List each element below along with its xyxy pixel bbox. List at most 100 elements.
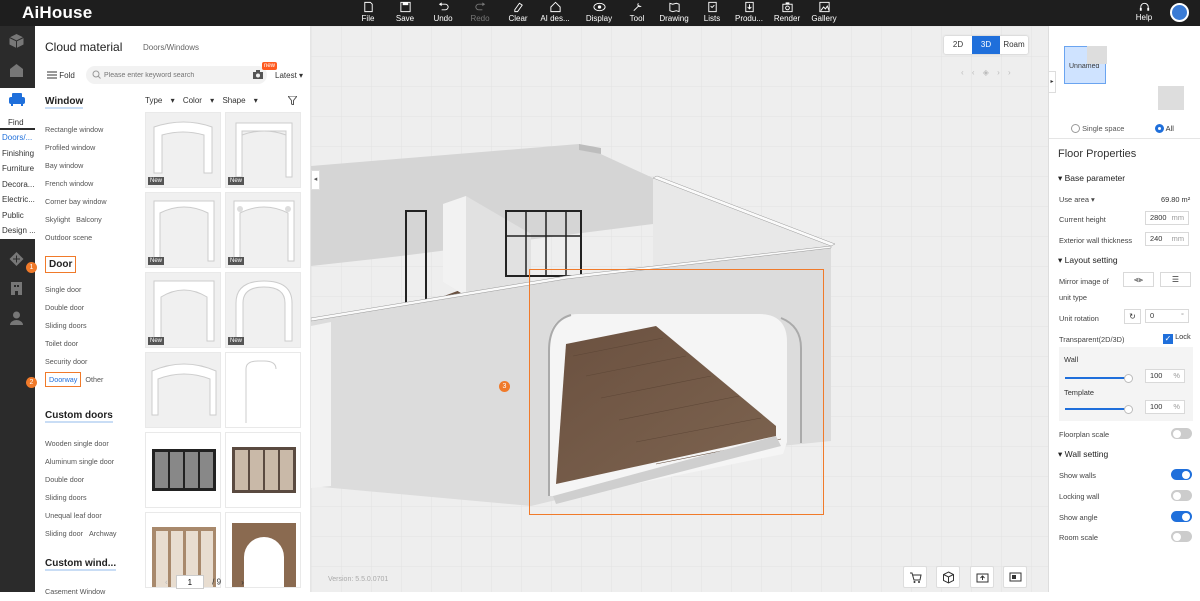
list-item[interactable]: Double door [45, 471, 117, 489]
house-icon[interactable] [8, 62, 25, 78]
user-icon[interactable] [8, 310, 25, 326]
3d-viewport[interactable]: 3 2D 3D Roam ‹ ‹ ◈ › › Version: 5.5.0.07… [311, 26, 1048, 592]
hard-decoration-icon[interactable] [8, 251, 25, 267]
show-walls-toggle[interactable] [1171, 469, 1192, 480]
product-card[interactable]: New [225, 112, 301, 188]
product-card[interactable]: New [145, 272, 221, 348]
prev-page-button[interactable]: ‹ [165, 578, 168, 587]
minimap-expand-button[interactable]: ▸ [1048, 71, 1056, 93]
user-avatar[interactable] [1170, 3, 1189, 22]
help-button[interactable]: Help [1131, 0, 1157, 26]
nav-public[interactable]: Public [0, 207, 35, 223]
presentation-button[interactable] [1003, 566, 1027, 588]
tool-button[interactable]: Tool [620, 0, 654, 26]
nav-finishing[interactable]: Finishing [0, 145, 35, 161]
model-button[interactable] [936, 566, 960, 588]
lists-button[interactable]: Lists [695, 0, 729, 26]
nav-furniture[interactable]: Furniture [0, 161, 35, 177]
next-page-button[interactable]: › [241, 578, 244, 587]
filter-shape[interactable]: Shape ▾ [222, 96, 257, 105]
fold-button[interactable]: Fold [47, 71, 75, 80]
list-item-doorway[interactable]: Doorway [45, 372, 82, 387]
cube-icon[interactable] [8, 33, 25, 49]
wall-opacity-input[interactable]: 100% [1145, 369, 1185, 383]
cart-button[interactable] [903, 566, 927, 588]
lock-checkbox[interactable]: ✓ Lock [1163, 332, 1191, 344]
list-item[interactable]: Sliding door [45, 529, 83, 538]
list-item[interactable]: Toilet door [45, 335, 103, 353]
render-button[interactable]: Render [770, 0, 804, 26]
rotate-button[interactable]: ↻ [1124, 309, 1141, 324]
unit-rotation-input[interactable]: 0 ° [1145, 309, 1189, 323]
wall-setting-section[interactable]: ▾ Wall setting [1058, 449, 1108, 460]
list-item[interactable]: Profiled window [45, 139, 107, 157]
filter-color[interactable]: Color ▾ [183, 96, 214, 105]
use-area-dropdown[interactable]: Use area ▾ [1059, 195, 1095, 204]
mirror-vertical-button[interactable]: ☰ [1160, 272, 1191, 287]
file-button[interactable]: File [351, 0, 385, 26]
tab-2d[interactable]: 2D [944, 36, 972, 54]
drawing-button[interactable]: Drawing [657, 0, 691, 26]
filter-icon[interactable] [288, 96, 297, 105]
nav-decoration[interactable]: Decora... [0, 176, 35, 192]
building-icon[interactable] [8, 280, 25, 296]
option-all[interactable]: All [1155, 124, 1174, 133]
product-button[interactable]: Produ... [732, 0, 766, 26]
list-item[interactable]: Other [85, 375, 103, 384]
product-card[interactable] [145, 352, 221, 428]
undo-button[interactable]: Undo [426, 0, 460, 26]
product-card[interactable]: New [225, 192, 301, 268]
product-card[interactable]: New [145, 192, 221, 268]
floor-minimap[interactable]: ▸ Unnamed Single space All [1048, 26, 1200, 139]
product-card[interactable] [145, 432, 221, 508]
list-item[interactable]: Archway [89, 529, 117, 538]
list-item[interactable]: Security door [45, 353, 103, 371]
gallery-button[interactable]: Gallery [807, 0, 841, 26]
nav-doors-windows[interactable]: Doors/... [0, 130, 35, 146]
screenshot-button[interactable] [970, 566, 994, 588]
nav-electrical[interactable]: Electric... [0, 192, 35, 208]
base-parameter-section[interactable]: ▾ Base parameter [1058, 173, 1125, 184]
camera-search-icon[interactable] [253, 70, 263, 79]
list-item[interactable]: Wooden single door [45, 435, 117, 453]
list-item[interactable]: Corner bay window [45, 193, 107, 211]
find-nav[interactable]: Find [0, 88, 35, 128]
floorplan-scale-toggle[interactable] [1171, 428, 1192, 439]
product-card[interactable]: New [225, 272, 301, 348]
redo-button[interactable]: Redo [463, 0, 497, 26]
product-card[interactable] [225, 352, 301, 428]
tab-roam[interactable]: Roam [1000, 36, 1028, 54]
option-single-space[interactable]: Single space [1071, 124, 1124, 133]
product-card[interactable]: New [145, 112, 221, 188]
page-input[interactable] [175, 575, 204, 589]
camera-nav-control[interactable]: ‹ ‹ ◈ › › [961, 68, 1014, 77]
product-card[interactable] [225, 432, 301, 508]
template-slider[interactable] [1065, 405, 1133, 414]
exterior-wall-input[interactable]: 240 mm [1145, 232, 1189, 246]
locking-wall-toggle[interactable] [1171, 490, 1192, 501]
list-item[interactable]: Casement Window [45, 583, 116, 601]
list-item[interactable]: Unequal leaf door [45, 507, 117, 525]
mirror-horizontal-button[interactable]: ⫷⫸ [1123, 272, 1154, 287]
list-item[interactable]: Balcony [76, 215, 102, 224]
list-item[interactable]: Aluminum single door [45, 453, 117, 471]
collapse-panel-button[interactable]: ◂ [311, 170, 320, 190]
wall-slider[interactable] [1065, 374, 1133, 383]
list-item[interactable]: Skylight [45, 215, 70, 224]
clear-button[interactable]: Clear [501, 0, 535, 26]
show-angle-toggle[interactable] [1171, 511, 1192, 522]
current-height-input[interactable]: 2800 mm [1145, 211, 1189, 225]
list-item[interactable]: French window [45, 175, 107, 193]
template-opacity-input[interactable]: 100% [1145, 400, 1185, 414]
search-input[interactable] [104, 69, 249, 81]
list-item[interactable]: Sliding doors [45, 317, 103, 335]
layout-setting-section[interactable]: ▾ Layout setting [1058, 255, 1118, 266]
tab-3d[interactable]: 3D [972, 36, 1000, 54]
list-item[interactable]: Sliding doors [45, 489, 117, 507]
search-box[interactable] [86, 66, 267, 84]
sort-dropdown[interactable]: Latest ▾ [275, 71, 303, 80]
list-item[interactable]: Rectangle window [45, 121, 107, 139]
nav-design[interactable]: Design ... [0, 223, 35, 239]
room-scale-toggle[interactable] [1171, 531, 1192, 542]
list-item[interactable]: Bay window [45, 157, 107, 175]
